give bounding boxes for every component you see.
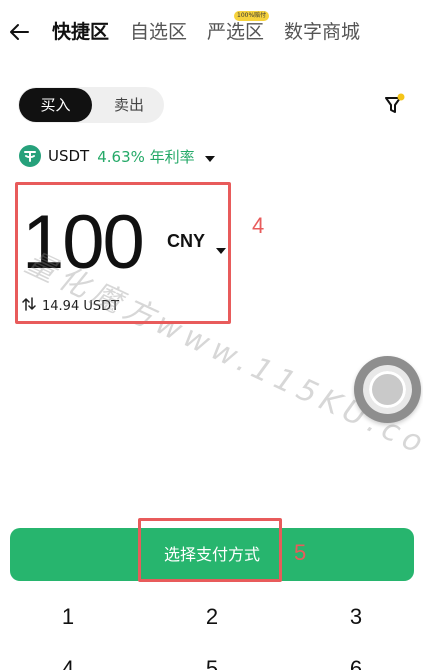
tab-quick-zone[interactable]: 快捷区 bbox=[52, 18, 109, 46]
annotation-number-5: 5 bbox=[294, 540, 307, 565]
annotation-number-4: 4 bbox=[252, 213, 265, 238]
floating-assist-button[interactable] bbox=[354, 356, 421, 423]
tab-favorites-zone[interactable]: 自选区 bbox=[130, 18, 187, 46]
otc-quick-trade-screen: 快捷区 自选区 严选区 100%赔付 数字商城 买入 卖出 USDT 4.63%… bbox=[0, 0, 423, 670]
tab-digital-mall[interactable]: 数字商城 bbox=[284, 18, 360, 46]
keypad-key-1[interactable]: 1 bbox=[38, 599, 98, 635]
sell-tab[interactable]: 卖出 bbox=[94, 88, 164, 122]
annual-rate: 4.63% 年利率 bbox=[97, 147, 195, 166]
tab-strict-zone[interactable]: 严选区 bbox=[207, 18, 264, 46]
buy-sell-toggle: 买入 卖出 bbox=[18, 87, 164, 123]
filter-icon[interactable] bbox=[382, 93, 406, 117]
currency-selector[interactable]: USDT 4.63% 年利率 bbox=[19, 143, 215, 169]
guarantee-badge: 100%赔付 bbox=[234, 11, 270, 21]
buy-tab[interactable]: 买入 bbox=[19, 88, 92, 122]
annotation-box-pay bbox=[138, 518, 282, 582]
currency-name: USDT bbox=[48, 147, 90, 165]
keypad-key-6[interactable]: 6 bbox=[326, 651, 386, 670]
back-arrow-icon[interactable] bbox=[8, 18, 30, 46]
annotation-box-amount bbox=[15, 182, 231, 324]
usdt-coin-icon bbox=[19, 145, 41, 167]
keypad-key-5[interactable]: 5 bbox=[182, 651, 242, 670]
keypad-key-3[interactable]: 3 bbox=[326, 599, 386, 635]
keypad-key-2[interactable]: 2 bbox=[182, 599, 242, 635]
caret-down-icon bbox=[204, 147, 215, 166]
keypad-key-4[interactable]: 4 bbox=[38, 651, 98, 670]
